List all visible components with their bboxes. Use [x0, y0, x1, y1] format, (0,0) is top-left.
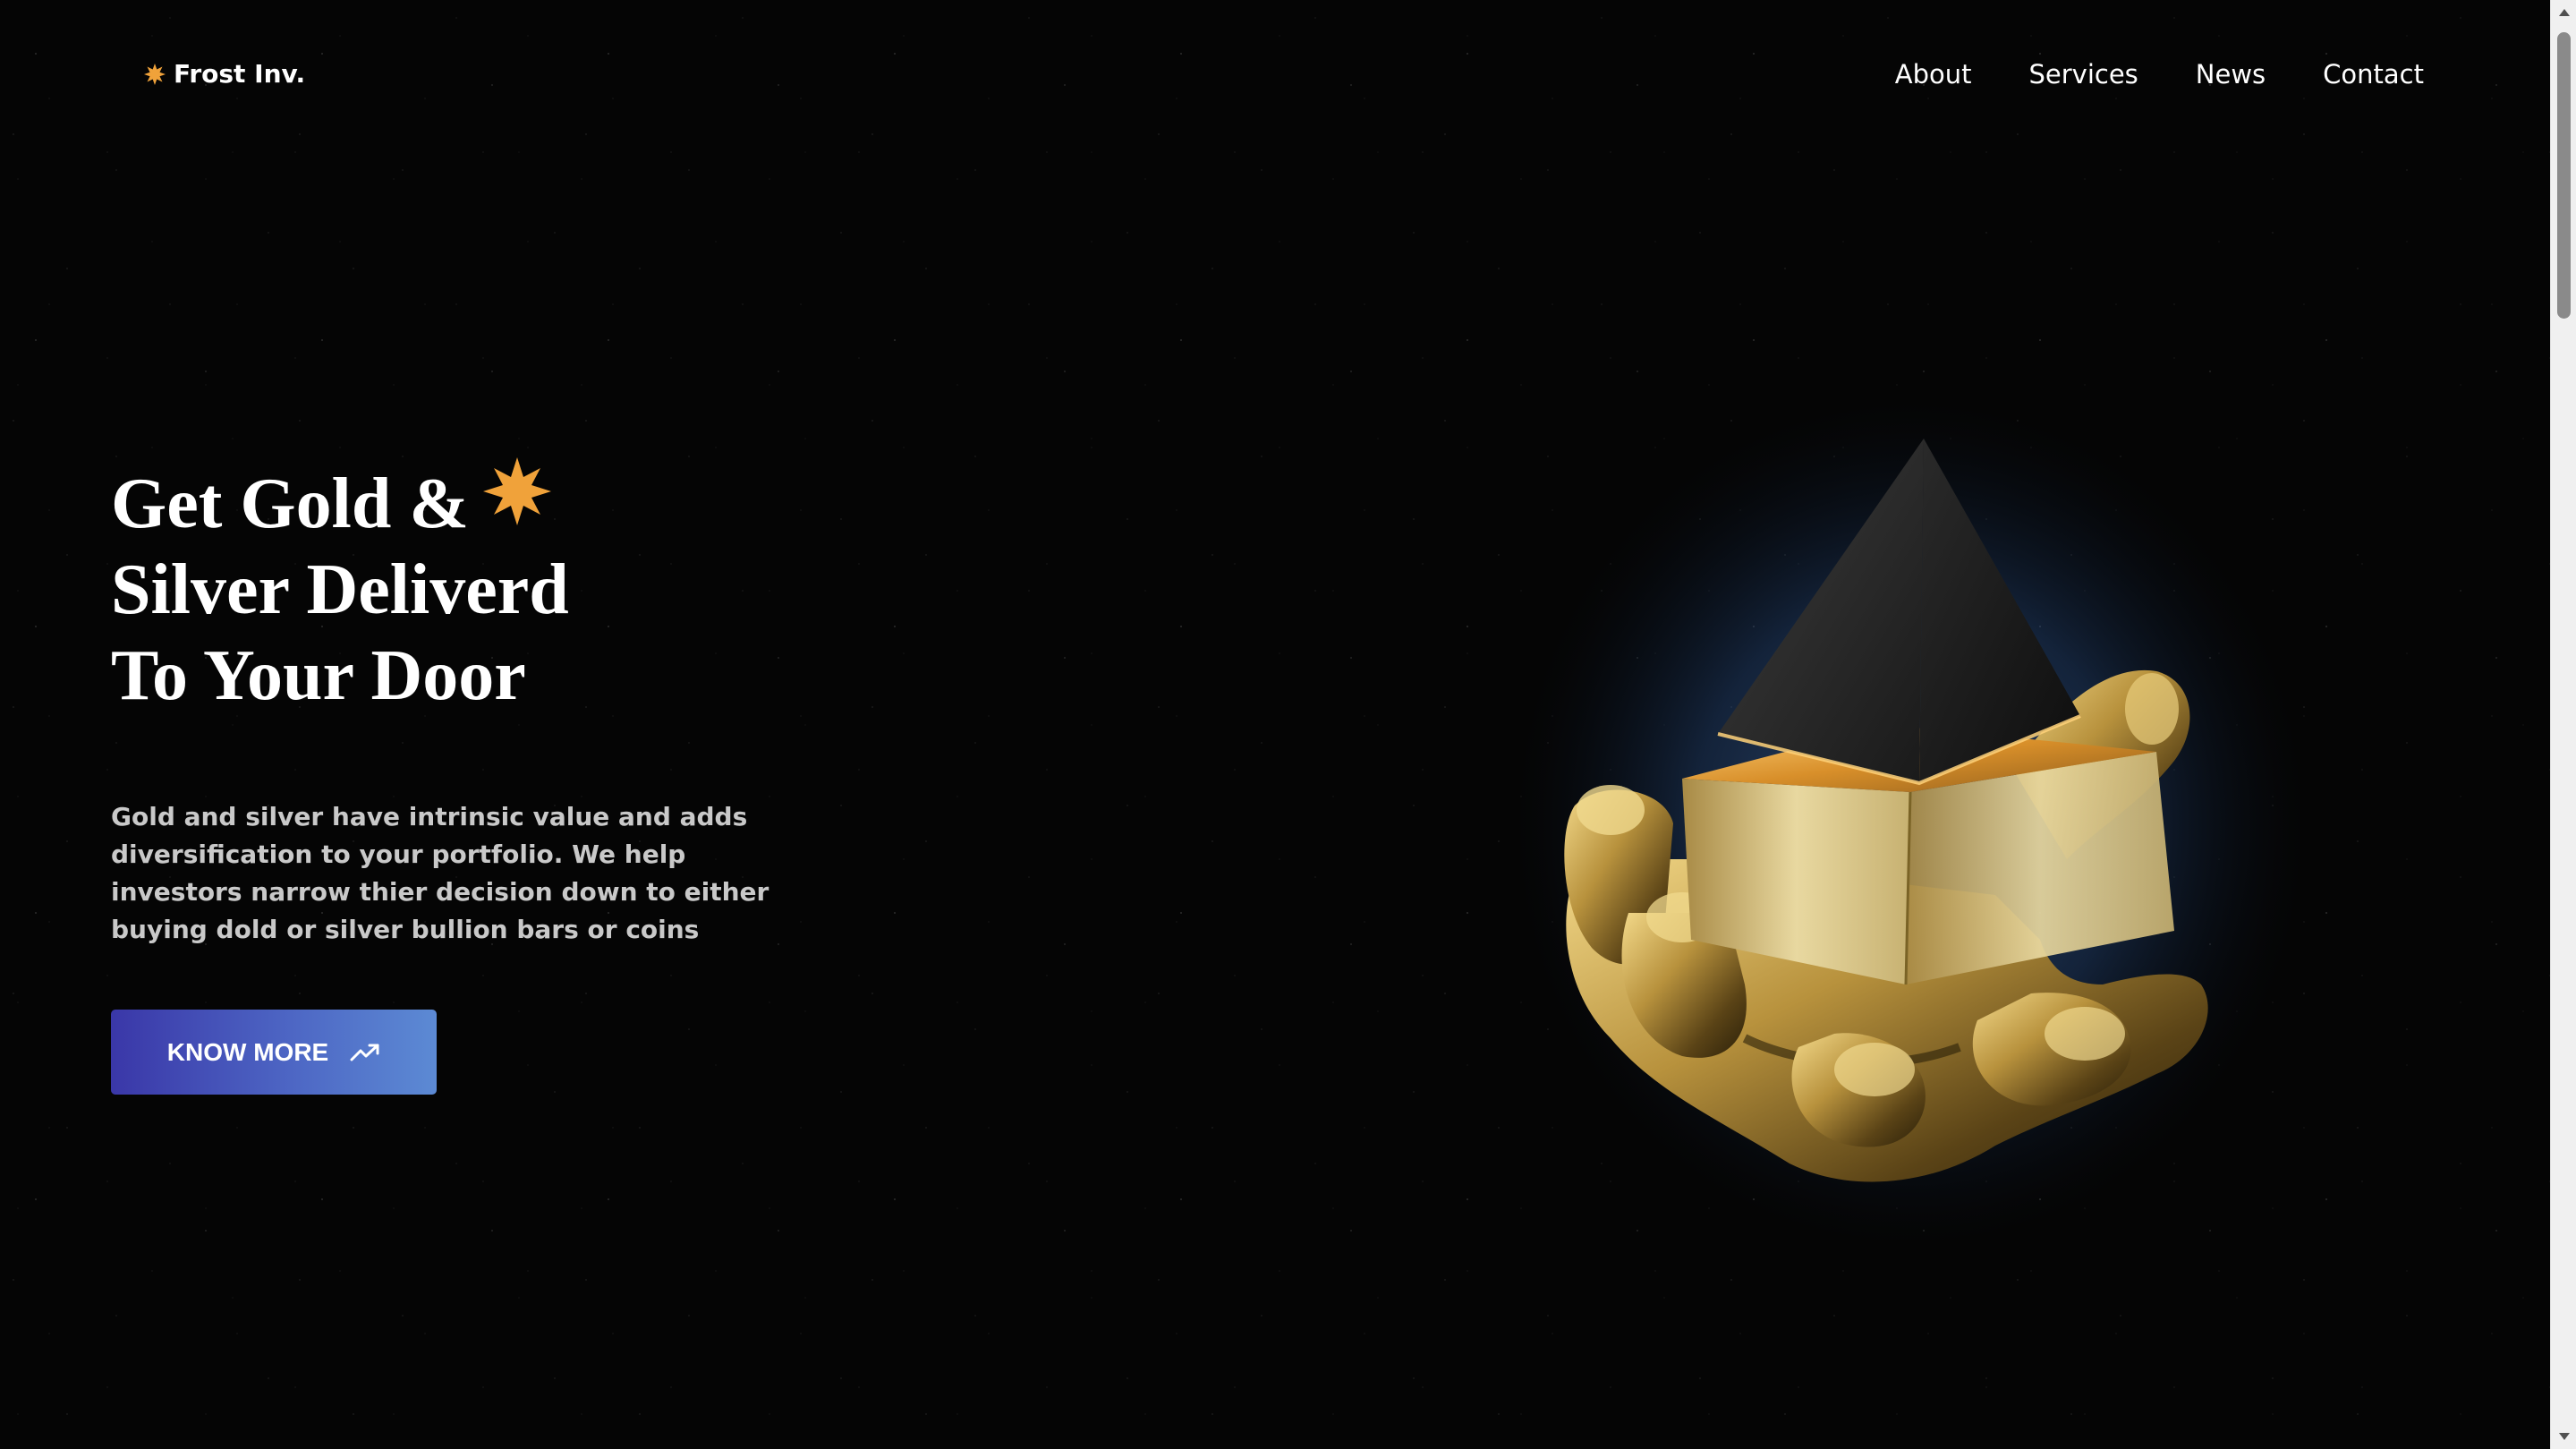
- know-more-label: KNOW MORE: [166, 1037, 329, 1066]
- hero-title-line-1: Get Gold &: [111, 457, 755, 547]
- hero-title: Get Gold & Silver Deliverd To Your Door: [111, 457, 755, 719]
- star-burst-icon: [482, 457, 551, 525]
- nav-link-news[interactable]: News: [2196, 59, 2266, 89]
- main-nav: About Services News Contact: [1895, 59, 2424, 89]
- nav-link-services[interactable]: Services: [2029, 59, 2138, 89]
- star-burst-icon: [144, 63, 166, 85]
- scrollbar-thumb[interactable]: [2557, 32, 2571, 319]
- nav-link-contact[interactable]: Contact: [2323, 59, 2424, 89]
- hero-description: Gold and silver have intrinsic value and…: [111, 802, 769, 944]
- hero-title-line-2: Silver Deliverd: [111, 550, 569, 629]
- brand-name: Frost Inv.: [174, 59, 306, 89]
- brand-logo[interactable]: Frost Inv.: [143, 59, 305, 89]
- scroll-down-arrow-icon[interactable]: [2551, 1424, 2576, 1449]
- landing-page: Frost Inv. About Services News Contact G…: [0, 0, 2576, 1449]
- know-more-button[interactable]: KNOW MORE: [111, 1010, 437, 1095]
- hero-title-line-3: To Your Door: [111, 636, 526, 715]
- nav-link-about[interactable]: About: [1895, 59, 1972, 89]
- trending-up-icon: [350, 1044, 379, 1061]
- hero-title-line-1-text: Get Gold &: [111, 465, 469, 543]
- vertical-scrollbar[interactable]: [2550, 0, 2576, 1449]
- golden-hand-pyramid-image: [1517, 403, 2300, 1244]
- scroll-up-arrow-icon[interactable]: [2551, 0, 2576, 25]
